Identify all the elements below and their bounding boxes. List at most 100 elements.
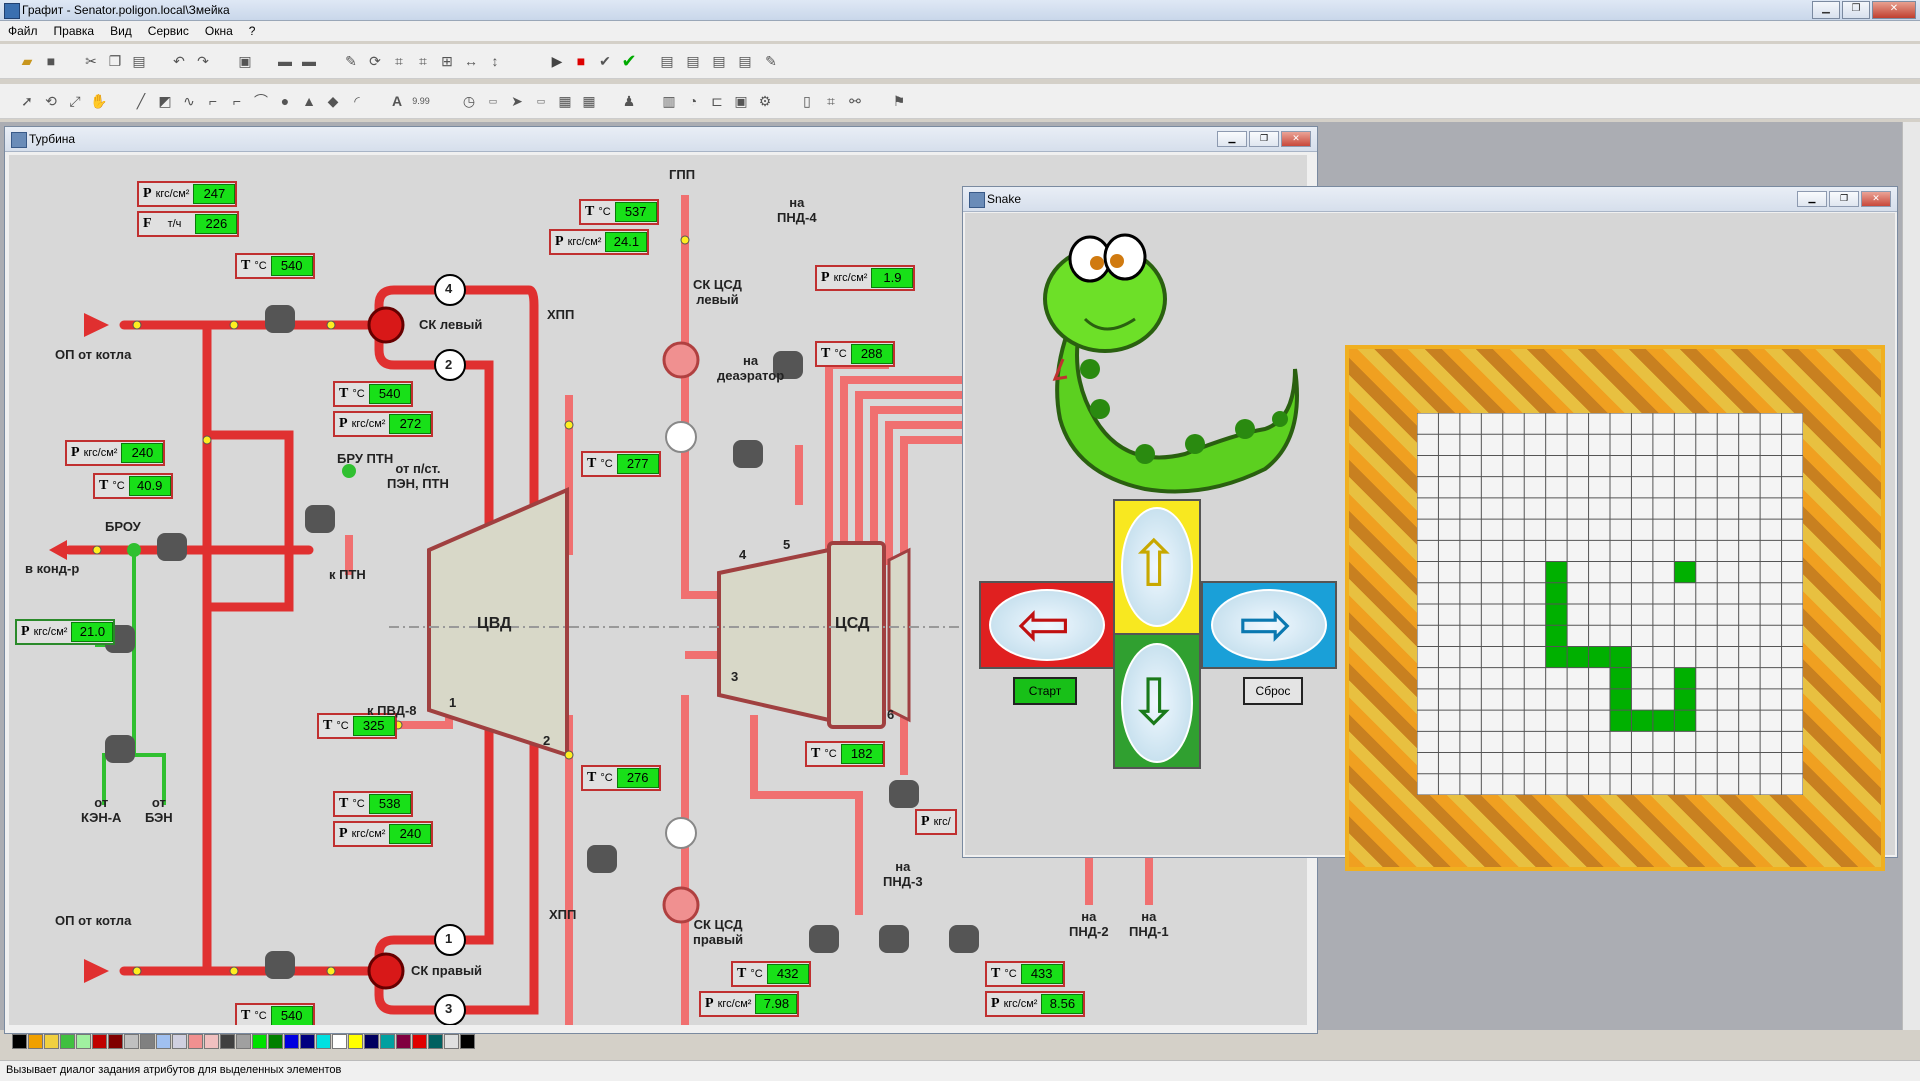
lock-icon[interactable]: ▣ [236, 52, 254, 70]
text-icon[interactable]: A [388, 92, 406, 110]
window2-icon[interactable]: ▤ [684, 52, 702, 70]
flag-icon[interactable]: ⚑ [890, 92, 908, 110]
hflip-icon[interactable]: ↔ [462, 52, 480, 70]
color-swatch[interactable] [332, 1034, 347, 1049]
color-swatch[interactable] [124, 1034, 139, 1049]
turbine-minimize-button[interactable]: ▁ [1217, 131, 1247, 147]
minimize-button[interactable]: ▁ [1812, 1, 1840, 19]
snake-maximize-button[interactable]: ❐ [1829, 191, 1859, 207]
color-swatch[interactable] [156, 1034, 171, 1049]
color-swatch[interactable] [396, 1034, 411, 1049]
color-swatch[interactable] [204, 1034, 219, 1049]
play-icon[interactable]: ▶ [548, 52, 566, 70]
clock-icon[interactable]: ◷ [460, 92, 478, 110]
shape-icon[interactable]: ◆ [324, 92, 342, 110]
check-icon[interactable]: ✔ [596, 52, 614, 70]
align-icon[interactable]: ⌗ [414, 52, 432, 70]
color-swatch[interactable] [44, 1034, 59, 1049]
color-swatch[interactable] [300, 1034, 315, 1049]
color-swatch[interactable] [428, 1034, 443, 1049]
maximize-button[interactable]: ❐ [1842, 1, 1870, 19]
menu-help[interactable]: ? [241, 21, 264, 41]
right-arrow-button[interactable]: ⇨ [1201, 581, 1337, 669]
folder-icon[interactable]: ▬ [276, 52, 294, 70]
color-swatch[interactable] [460, 1034, 475, 1049]
arc-icon[interactable]: ◜ [348, 92, 366, 110]
group-icon[interactable]: ⌗ [390, 52, 408, 70]
text-box-icon[interactable]: ▭ [484, 92, 502, 110]
folder2-icon[interactable]: ▬ [300, 52, 318, 70]
rotate-icon[interactable]: ⟳ [366, 52, 384, 70]
line-icon[interactable]: ╱ [132, 92, 150, 110]
color-swatch[interactable] [412, 1034, 427, 1049]
stop-icon[interactable]: ■ [572, 52, 590, 70]
color-swatch[interactable] [172, 1034, 187, 1049]
menu-service[interactable]: Сервис [140, 21, 197, 41]
ok-icon[interactable]: ▭ [532, 92, 550, 110]
undo-icon[interactable]: ↶ [170, 52, 188, 70]
color-swatch[interactable] [60, 1034, 75, 1049]
ck-left-valve[interactable] [367, 306, 405, 344]
color-swatch[interactable] [284, 1034, 299, 1049]
color-swatch[interactable] [108, 1034, 123, 1049]
gear-icon[interactable]: ⚙ [756, 92, 774, 110]
copy-icon[interactable]: ❐ [106, 52, 124, 70]
redo-icon[interactable]: ↷ [194, 52, 212, 70]
rect-icon[interactable]: ◩ [156, 92, 174, 110]
chain-icon[interactable]: ⚯ [846, 92, 864, 110]
main-scrollbar[interactable] [1902, 122, 1920, 1030]
color-swatch[interactable] [188, 1034, 203, 1049]
color-swatch[interactable] [268, 1034, 283, 1049]
arrow-tool-icon[interactable]: ➤ [508, 92, 526, 110]
turbine-close-button[interactable]: ✕ [1281, 131, 1311, 147]
flip-icon[interactable]: ⊞ [438, 52, 456, 70]
polygon-icon[interactable]: ▲ [300, 92, 318, 110]
vflip-icon[interactable]: ↕ [486, 52, 504, 70]
list-icon[interactable]: ▦ [556, 92, 574, 110]
grid-icon[interactable]: ▦ [580, 92, 598, 110]
save-icon[interactable]: ■ [42, 52, 60, 70]
color-swatch[interactable] [28, 1034, 43, 1049]
color-swatch[interactable] [316, 1034, 331, 1049]
menu-windows[interactable]: Окна [197, 21, 241, 41]
tank-icon[interactable]: ▣ [732, 92, 750, 110]
color-swatch[interactable] [364, 1034, 379, 1049]
color-swatch[interactable] [140, 1034, 155, 1049]
start-button[interactable]: Старт [1013, 677, 1077, 705]
number-icon[interactable]: 9.99 [412, 92, 430, 110]
bars-icon[interactable]: ▥ [660, 92, 678, 110]
color-swatch[interactable] [348, 1034, 363, 1049]
color-swatch[interactable] [380, 1034, 395, 1049]
color-swatch[interactable] [252, 1034, 267, 1049]
scale-tool-icon[interactable]: ⤢ [66, 92, 84, 110]
left-arrow-button[interactable]: ⇦ [979, 581, 1115, 669]
down-arrow-button[interactable]: ⇩ [1113, 633, 1201, 769]
color-swatch[interactable] [76, 1034, 91, 1049]
window3-icon[interactable]: ▤ [710, 52, 728, 70]
color-swatch[interactable] [444, 1034, 459, 1049]
step-icon[interactable]: ⌐ [204, 92, 222, 110]
cut-icon[interactable]: ✂ [82, 52, 100, 70]
paint-icon[interactable]: ✎ [342, 52, 360, 70]
menu-edit[interactable]: Правка [46, 21, 103, 41]
snake-minimize-button[interactable]: ▁ [1797, 191, 1827, 207]
color-swatch[interactable] [92, 1034, 107, 1049]
curve-icon[interactable]: ⌒ [252, 92, 270, 110]
reset-button[interactable]: Сброс [1243, 677, 1303, 705]
snake-close-button[interactable]: ✕ [1861, 191, 1891, 207]
pen-icon[interactable]: ✎ [762, 52, 780, 70]
color-swatch[interactable] [220, 1034, 235, 1049]
paste-icon[interactable]: ▤ [130, 52, 148, 70]
color-swatch[interactable] [236, 1034, 251, 1049]
pointer-icon[interactable]: ➚ [18, 92, 36, 110]
rotate-tool-icon[interactable]: ⟲ [42, 92, 60, 110]
color-swatch[interactable] [12, 1034, 27, 1049]
circle-icon[interactable]: ● [276, 92, 294, 110]
window4-icon[interactable]: ▤ [736, 52, 754, 70]
person-icon[interactable]: ♟ [620, 92, 638, 110]
close-button[interactable]: ✕ [1872, 1, 1916, 19]
check-green-icon[interactable]: ✔ [620, 52, 638, 70]
ck-right-valve[interactable] [367, 952, 405, 990]
polyline-icon[interactable]: ∿ [180, 92, 198, 110]
turbine-maximize-button[interactable]: ❐ [1249, 131, 1279, 147]
